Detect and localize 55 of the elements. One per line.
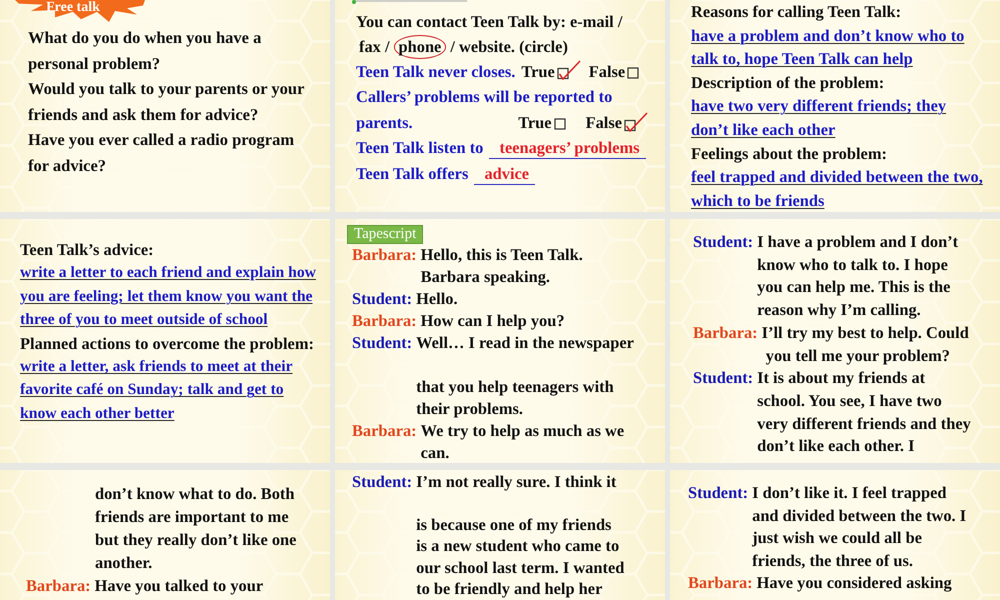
- question-text: Teen Talk listen to: [356, 138, 484, 158]
- starburst-badge: Free talk: [15, 0, 145, 22]
- option-label: False: [588, 60, 626, 83]
- option-text: / website. (circle): [449, 36, 569, 58]
- circled-answer: phone: [394, 34, 446, 59]
- answer-blank: write a letter to each friend and explain how you are feeling; let them know you want the three of you to meet outside of school: [20, 263, 317, 330]
- speaker-name: Barbara:: [693, 322, 758, 344]
- dialogue-text: We try to help as much as we can.: [420, 420, 624, 463]
- answer-blank: write a letter, ask friends to meet at their favorite café on Sunday; talk and get to know each other better: [20, 357, 294, 424]
- speaker-name: Student:: [352, 332, 412, 354]
- speaker-name: Barbara:: [26, 575, 91, 597]
- section-heading: Description of the problem:: [691, 72, 886, 94]
- speaker-name: Student:: [688, 482, 748, 504]
- dialogue-text: How can I help you?: [420, 310, 565, 332]
- dialogue-text: I don’t like it. I feel trapped and divided between the two. I just wish we could all be friends, the three of us.: [752, 482, 966, 572]
- dialogue-text: Have you talked to your: [94, 575, 264, 597]
- option-label: True: [521, 60, 555, 83]
- speaker-name: Barbara:: [688, 572, 753, 594]
- answer-blank: teenagers’ problems: [489, 138, 646, 160]
- dialogue-text: I have a problem and I don’t know who to talk to. I hope you can help me. This is the reason why I’m calling.: [757, 231, 958, 322]
- speaker-name: Barbara:: [352, 310, 417, 332]
- option-label: False: [586, 112, 622, 134]
- dialogue-text: I’m not really sure. I think it is because one of my friends is a new student who came to our school last term. I wanted to be friendly and help her: [416, 471, 624, 600]
- section-heading: Planned actions to overcome the problem:: [20, 332, 315, 355]
- dialogue-text: I’ll try my best to help. Could you tell me your problem?: [762, 322, 969, 367]
- question-text: You can contact Teen Talk by: e-mail /: [356, 12, 622, 31]
- section-heading: Teen Talk’s advice:: [20, 239, 155, 261]
- option-label: True: [518, 112, 552, 134]
- dialogue-text: Hello.: [416, 288, 458, 310]
- answer-blank: have a problem and don’t know who to talk to, hope Teen Talk can help: [691, 24, 966, 70]
- question-text: Teen Talk offers: [356, 164, 468, 183]
- speaker-name: Barbara:: [352, 420, 417, 442]
- speaker-name: Student:: [693, 367, 754, 390]
- section-badge: Tapescript: [347, 225, 424, 244]
- speaker-name: Barbara:: [352, 244, 417, 266]
- option-text: fax /: [358, 36, 391, 58]
- answer-blank: feel trapped and divided between the two, which to be friends: [691, 166, 984, 212]
- answer-blank: have two very different friends; they don’t like each other: [691, 95, 948, 141]
- section-heading: Reasons for calling Teen Talk:: [691, 1, 902, 23]
- section-heading: Feelings about the problem:: [691, 142, 888, 165]
- answer-blank: advice: [474, 164, 536, 185]
- dialogue-text: don’t know what to do. Both friends are important to me but they really don’t like one another.: [95, 483, 296, 574]
- dialogue-text: Hello, this is Teen Talk. Barbara speaking.: [420, 244, 583, 288]
- speaker-name: Student:: [693, 231, 754, 253]
- statement-text: parents.: [356, 112, 413, 134]
- question-text: Would you talk to your parents or your friends and ask them for advice?: [28, 78, 306, 126]
- dialogue-text: Well… I read in the newspaper that you help teenagers with their problems.: [416, 332, 634, 420]
- dialogue-text: It is about my friends at school. You see, I have two very different friends and they don’t like each other. I: [757, 367, 971, 458]
- speaker-name: Student:: [352, 288, 412, 310]
- speaker-name: Student:: [352, 471, 412, 492]
- statement-text: Teen Talk never closes.: [356, 60, 516, 83]
- dialogue-text: Have you considered asking: [756, 572, 952, 594]
- statement-text: Callers’ problems will be reported to: [356, 87, 612, 106]
- question-text: Have you ever called a radio program for advice?: [28, 129, 296, 176]
- question-text: What do you do when you have a personal problem?: [28, 27, 262, 74]
